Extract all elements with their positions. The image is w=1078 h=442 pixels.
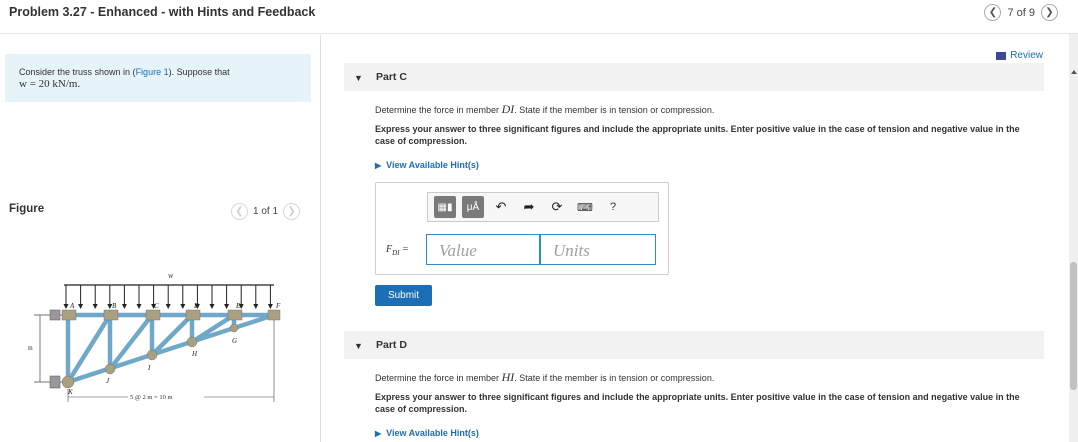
question-text: . State if the member is in tension or c…	[514, 373, 715, 383]
joint-label-d: D	[193, 302, 199, 310]
part-c-instructions: Express your answer to three significant…	[375, 124, 1020, 146]
load-arrow	[267, 285, 273, 309]
joint-label-f: F	[275, 302, 281, 310]
scroll-up-icon[interactable]	[1071, 70, 1077, 74]
submit-button[interactable]: Submit	[375, 285, 432, 306]
page-counter: 7 of 9	[1007, 6, 1035, 19]
problem-text-2: ). Suppose that	[168, 67, 230, 77]
reset-icon[interactable]: ⟳	[546, 196, 568, 218]
templates-icon[interactable]: ▦▮	[434, 196, 456, 218]
part-d-header[interactable]: ▼ Part D	[344, 331, 1044, 359]
chevron-left-icon[interactable]: ❮	[231, 203, 248, 220]
units-button[interactable]: μÅ	[462, 196, 484, 218]
figure-counter: 1 of 1	[253, 206, 279, 217]
part-c-question: Determine the force in member DI. State …	[375, 102, 714, 117]
help-button[interactable]: ?	[602, 196, 624, 218]
figure-nav: ❮ 1 of 1 ❯	[231, 203, 301, 220]
joint-label-e: E	[235, 302, 241, 310]
undo-icon[interactable]: ↶	[490, 196, 512, 218]
collapse-triangle-icon: ▼	[354, 73, 363, 83]
truss-figure[interactable]: w 3 m	[28, 270, 298, 410]
equals-sign: =	[399, 244, 409, 255]
collapse-triangle-icon: ▼	[354, 341, 363, 351]
chevron-right-icon[interactable]: ❯	[1041, 4, 1058, 21]
joint-label-i: I	[147, 364, 151, 372]
force-subscript: DI	[392, 249, 400, 257]
hint-label: View Available Hint(s)	[386, 428, 479, 438]
joint-label-a: A	[69, 302, 75, 310]
review-label: Review	[1010, 50, 1043, 61]
member-name: DI	[501, 102, 515, 116]
supports	[49, 309, 61, 389]
load-arrow	[253, 285, 259, 309]
joint-label-c: C	[154, 302, 159, 310]
joint-label-b: B	[112, 302, 117, 310]
chevron-left-icon[interactable]: ❮	[984, 4, 1002, 21]
review-icon	[996, 51, 1007, 60]
load-arrow	[180, 285, 186, 309]
member-name: HI	[501, 370, 515, 384]
question-text: Determine the force in member	[375, 105, 502, 115]
units-input[interactable]: Units	[540, 234, 656, 265]
scroll-thumb[interactable]	[1070, 262, 1077, 390]
answer-box: ▦▮ μÅ ↶ ➦ ⟳ ⌨ ? FDI = Value Units	[375, 182, 669, 275]
part-c-label: Part C	[376, 71, 407, 83]
load-arrow	[78, 285, 84, 309]
redo-icon[interactable]: ➦	[518, 196, 540, 218]
caret-right-icon: ▶	[375, 429, 382, 438]
height-dimension	[34, 314, 62, 383]
height-label: 3 m	[28, 344, 33, 352]
load-arrow	[165, 285, 171, 309]
load-arrow	[209, 285, 215, 309]
chevron-right-icon[interactable]: ❯	[283, 203, 301, 220]
load-arrow	[136, 285, 142, 309]
question-text: . State if the member is in tension or c…	[514, 105, 715, 115]
part-d-label: Part D	[376, 339, 407, 351]
answer-label: FDI =	[386, 244, 409, 257]
truss-members	[65, 312, 277, 385]
value-input[interactable]: Value	[426, 234, 540, 265]
scrollbar[interactable]	[1069, 34, 1078, 442]
load-equation: w = 20 kN/m.	[19, 78, 81, 90]
review-link[interactable]: Review	[996, 50, 1043, 61]
answer-panel: Review ▼ Part C Determine the force in m…	[322, 35, 1072, 442]
caret-right-icon: ▶	[375, 161, 382, 170]
figure-label: Figure	[9, 203, 45, 215]
problem-statement: Consider the truss shown in (Figure 1). …	[5, 54, 311, 102]
part-c-hint[interactable]: ▶ View Available Hint(s)	[375, 160, 479, 170]
problem-nav: ❮ 7 of 9 ❯	[984, 4, 1058, 21]
figure-link[interactable]: Figure 1	[136, 67, 169, 77]
load-arrow	[63, 285, 69, 309]
math-toolbar: ▦▮ μÅ ↶ ➦ ⟳ ⌨ ?	[427, 192, 659, 222]
part-d-question: Determine the force in member HI. State …	[375, 370, 714, 385]
span-label: 5 @ 2 m = 10 m	[130, 394, 173, 401]
header-bar: Problem 3.27 - Enhanced - with Hints and…	[0, 0, 1078, 34]
joint-label-g: G	[232, 337, 237, 345]
part-d-hint[interactable]: ▶ View Available Hint(s)	[375, 428, 479, 438]
part-d-instructions: Express your answer to three significant…	[375, 392, 1020, 414]
question-text: Determine the force in member	[375, 373, 502, 383]
hint-label: View Available Hint(s)	[386, 160, 479, 170]
load-arrow	[92, 285, 98, 309]
load-label: w	[168, 271, 174, 280]
problem-text-1: Consider the truss shown in (	[19, 67, 136, 77]
joint-label-h: H	[191, 350, 198, 358]
part-c-header[interactable]: ▼ Part C	[344, 63, 1044, 91]
load-arrow	[224, 285, 230, 309]
page-title: Problem 3.27 - Enhanced - with Hints and…	[9, 5, 316, 19]
keyboard-icon[interactable]: ⌨	[574, 196, 596, 218]
problem-panel: Consider the truss shown in (Figure 1). …	[0, 35, 321, 442]
joint-label-j: J	[106, 377, 110, 385]
load-arrow	[121, 285, 127, 309]
